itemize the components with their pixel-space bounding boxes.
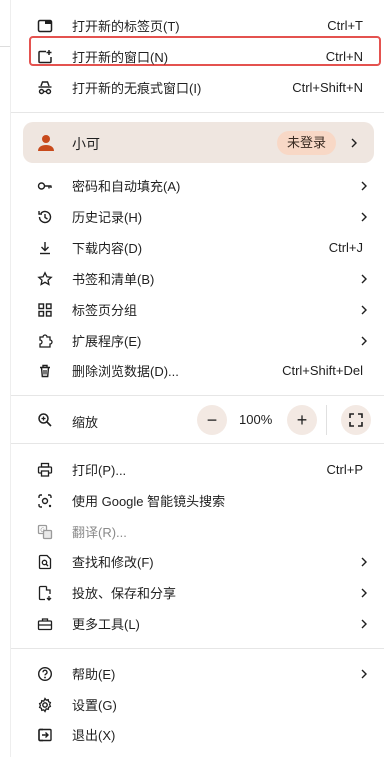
background-divider — [0, 46, 10, 47]
zoom-label: 缩放 — [72, 415, 99, 430]
menu-item-downloads[interactable]: 下载内容(D) Ctrl+J — [11, 232, 384, 263]
incognito-icon — [37, 80, 53, 96]
menu-item-label: 书签和清单(B) — [72, 272, 155, 287]
chevron-right-icon — [361, 619, 367, 628]
exit-icon — [37, 727, 53, 743]
menu-separator — [11, 648, 384, 649]
puzzle-icon — [37, 333, 53, 349]
menu-item-label: 使用 Google 智能镜头搜索 — [72, 494, 226, 509]
chevron-right-icon — [361, 274, 367, 283]
menu-item-find-edit[interactable]: 查找和修改(F) — [11, 546, 384, 577]
profile-row[interactable]: 小可 未登录 — [23, 122, 374, 163]
shortcut-text: Ctrl+P — [326, 462, 363, 477]
zoom-divider — [326, 405, 327, 435]
chevron-right-icon — [361, 669, 367, 678]
print-icon — [37, 462, 53, 478]
settings-icon — [37, 696, 53, 713]
menu-item-help[interactable]: 帮助(E) — [11, 658, 384, 689]
help-icon — [37, 666, 53, 682]
key-icon — [37, 178, 53, 194]
menu-item-label: 密码和自动填充(A) — [72, 179, 181, 194]
zoom-row: 缩放 − 100% + — [11, 401, 384, 439]
shortcut-text: Ctrl+Shift+Del — [282, 363, 363, 378]
menu-item-label: 标签页分组 — [72, 303, 138, 318]
menu-item-label: 扩展程序(E) — [72, 334, 142, 349]
fullscreen-icon — [349, 413, 363, 427]
menu-item-exit[interactable]: 退出(X) — [11, 719, 384, 750]
chevron-right-icon — [361, 557, 367, 566]
menu-separator — [11, 443, 384, 444]
profile-name: 小可 — [72, 136, 100, 152]
chevron-right-icon — [361, 336, 367, 345]
svg-text:G: G — [40, 527, 45, 534]
browser-main-menu: 打开新的标签页(T) Ctrl+T 打开新的窗口(N) Ctrl+N 打开新的无… — [11, 0, 384, 757]
shortcut-text: Ctrl+J — [328, 240, 363, 255]
menu-item-label: 打印(P)... — [72, 463, 127, 478]
status-badge: 未登录 — [277, 131, 337, 155]
menu-item-print[interactable]: 打印(P)... Ctrl+P — [11, 454, 384, 485]
chevron-right-icon — [351, 138, 357, 148]
new-window-icon — [37, 49, 53, 65]
menu-separator — [11, 395, 384, 396]
zoom-in-button[interactable]: + — [287, 405, 317, 435]
shortcut-text: Ctrl+Shift+N — [292, 80, 363, 95]
menu-item-clear-browsing-data[interactable]: 删除浏览数据(D)... Ctrl+Shift+Del — [11, 355, 384, 386]
translate-icon: G — [37, 524, 53, 540]
menu-item-bookmarks[interactable]: 书签和清单(B) — [11, 263, 384, 294]
new-tab-icon — [37, 18, 53, 34]
menu-item-translate: G 翻译(R)... — [11, 516, 384, 547]
menu-item-extensions[interactable]: 扩展程序(E) — [11, 325, 384, 356]
zoom-icon — [37, 412, 53, 428]
star-icon — [37, 270, 53, 287]
menu-item-new-window[interactable]: 打开新的窗口(N) Ctrl+N — [11, 41, 384, 72]
toolbox-icon — [37, 616, 53, 632]
avatar-icon — [37, 134, 55, 152]
history-icon — [37, 209, 53, 225]
menu-item-settings[interactable]: 设置(G) — [11, 689, 384, 720]
download-icon — [37, 240, 53, 256]
menu-item-label: 设置(G) — [72, 698, 117, 713]
menu-item-history[interactable]: 历史记录(H) — [11, 201, 384, 232]
grid-icon — [37, 302, 53, 318]
menu-item-label: 下载内容(D) — [72, 241, 143, 256]
chevron-right-icon — [361, 305, 367, 314]
menu-item-tab-groups[interactable]: 标签页分组 — [11, 294, 384, 325]
menu-item-label: 删除浏览数据(D)... — [72, 364, 179, 379]
menu-item-cast-save-share[interactable]: 投放、保存和分享 — [11, 577, 384, 608]
shortcut-text: Ctrl+N — [325, 49, 363, 64]
shortcut-text: Ctrl+T — [327, 18, 363, 33]
zoom-out-button[interactable]: − — [197, 405, 227, 435]
menu-item-label: 打开新的无痕式窗口(I) — [72, 81, 202, 96]
zoom-value: 100% — [239, 412, 273, 427]
menu-item-google-lens[interactable]: 使用 Google 智能镜头搜索 — [11, 485, 384, 516]
menu-item-label: 查找和修改(F) — [72, 555, 154, 570]
menu-item-label: 历史记录(H) — [72, 210, 143, 225]
chevron-right-icon — [361, 588, 367, 597]
menu-item-label: 打开新的窗口(N) — [72, 50, 169, 65]
cast-icon — [37, 585, 53, 601]
menu-item-label: 翻译(R)... — [72, 525, 127, 540]
trash-icon — [37, 363, 53, 379]
fullscreen-button[interactable] — [341, 405, 371, 435]
menu-item-incognito[interactable]: 打开新的无痕式窗口(I) Ctrl+Shift+N — [11, 72, 384, 103]
chevron-right-icon — [361, 212, 367, 221]
chevron-right-icon — [361, 181, 367, 190]
menu-item-label: 退出(X) — [72, 728, 116, 743]
menu-item-label: 帮助(E) — [72, 667, 116, 682]
menu-item-passwords[interactable]: 密码和自动填充(A) — [11, 170, 384, 201]
menu-item-label: 更多工具(L) — [72, 617, 140, 632]
menu-separator — [11, 112, 384, 113]
menu-item-more-tools[interactable]: 更多工具(L) — [11, 608, 384, 639]
background-page-edge — [0, 0, 11, 757]
lens-icon — [37, 493, 53, 509]
menu-item-label: 打开新的标签页(T) — [72, 19, 180, 34]
find-icon — [37, 554, 53, 570]
menu-item-label: 投放、保存和分享 — [72, 586, 177, 601]
